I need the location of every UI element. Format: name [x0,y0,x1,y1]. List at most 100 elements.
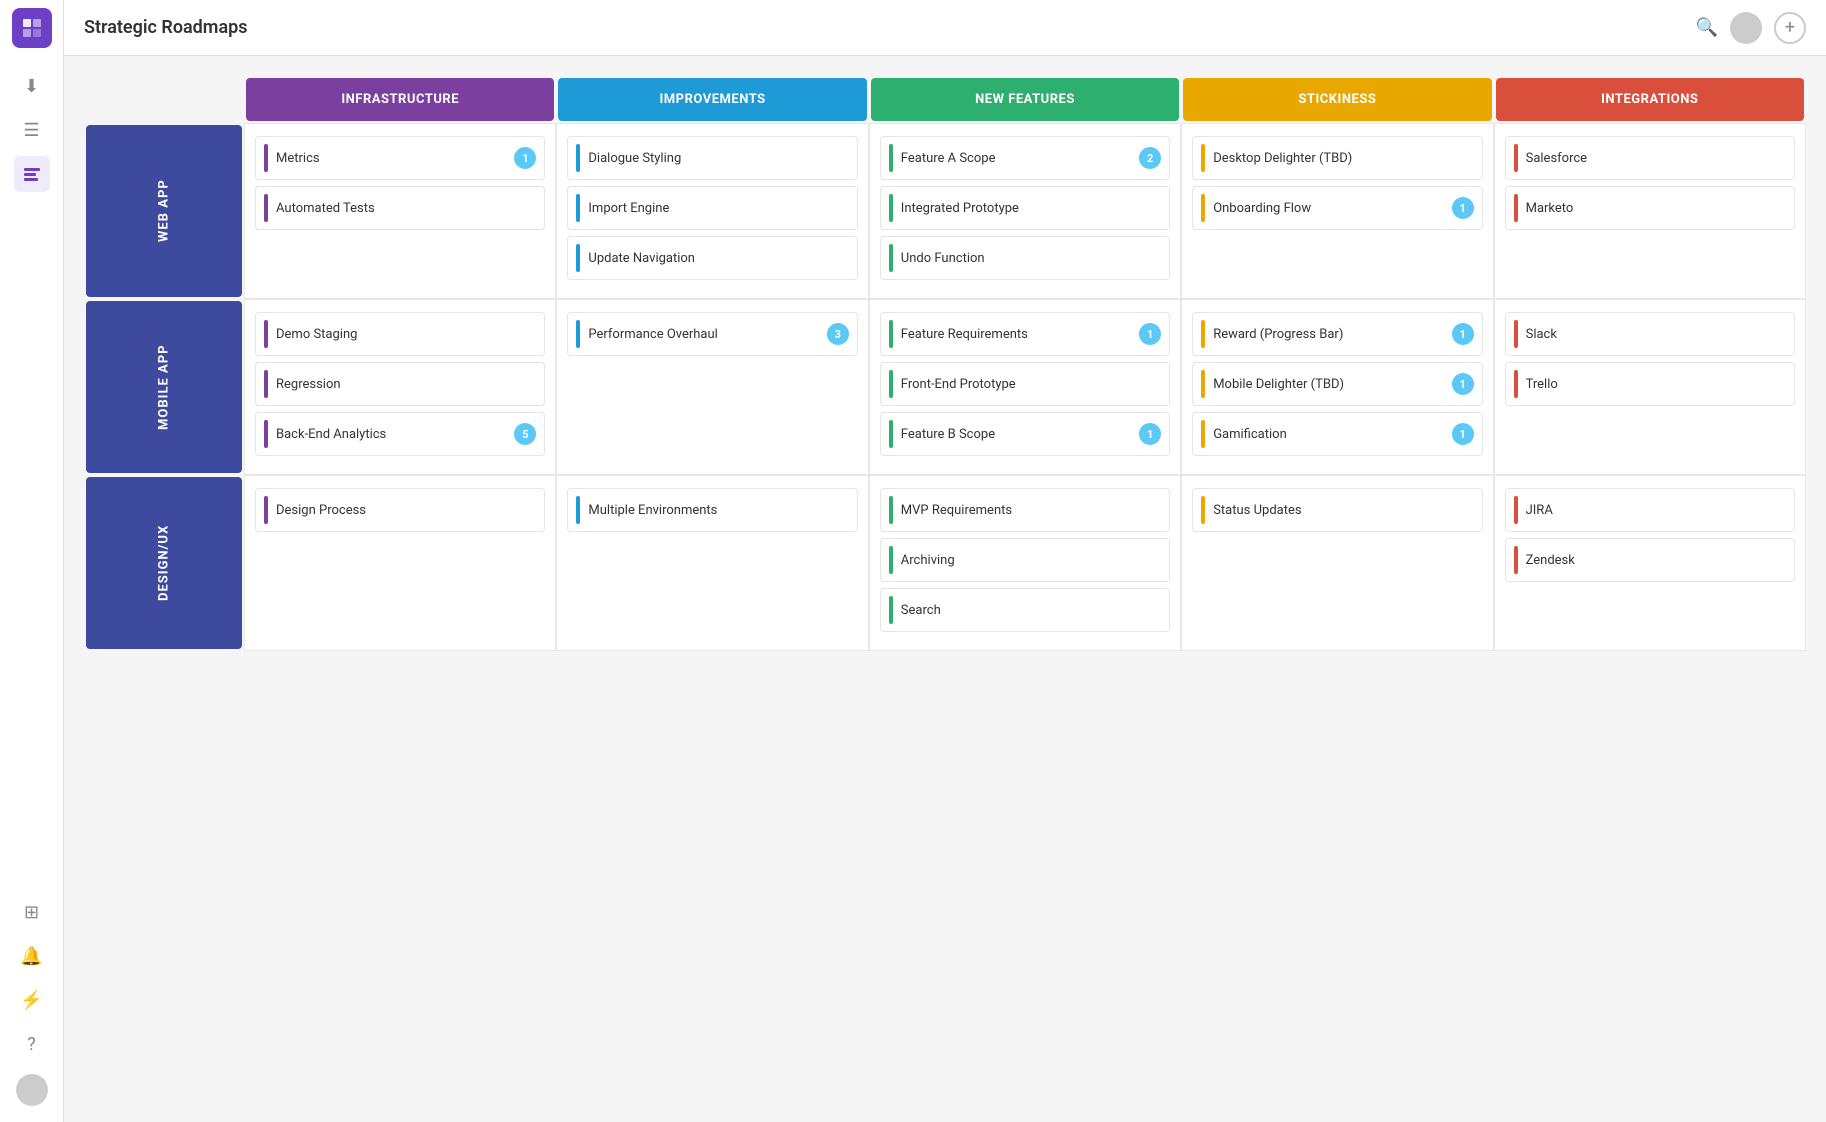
card-badge: 1 [514,147,536,169]
card[interactable]: Onboarding Flow 1 [1192,186,1482,230]
card-color-bar [264,370,268,398]
card-color-bar [889,420,893,448]
card-label: Back-End Analytics [276,427,386,442]
list-icon[interactable]: ☰ [14,112,50,148]
card-left: Automated Tests [264,194,375,222]
card-color-bar [1514,546,1518,574]
card-color-bar [1514,496,1518,524]
cell-r1-c3: Reward (Progress Bar)1Mobile Delighter (… [1181,299,1493,475]
card-label: Automated Tests [276,201,375,216]
row-header-2[interactable]: DESIGN/UX [86,477,242,649]
card[interactable]: Demo Staging [255,312,545,356]
card[interactable]: Desktop Delighter (TBD) [1192,136,1482,180]
card-label: Archiving [901,553,955,568]
row-header-0[interactable]: WEB APP [86,125,242,297]
card-left: Regression [264,370,341,398]
image-icon[interactable]: ⊞ [14,894,50,930]
user-avatar-header[interactable] [1730,12,1762,44]
card[interactable]: Performance Overhaul3 [567,312,857,356]
sidebar: ⬇ ☰ ⊞ 🔔 ⚡ ? [0,0,64,1122]
card-label: Regression [276,377,341,392]
card[interactable]: Archiving [880,538,1170,582]
cell-r0-c3: Desktop Delighter (TBD) Onboarding Flow 1 [1181,123,1493,299]
card-label: Dialogue Styling [588,151,681,166]
main-content: Strategic Roadmaps 🔍 + INFRASTRUCTUREIMP… [64,0,1826,1122]
roadmap-board: INFRASTRUCTUREIMPROVEMENTSNEW FEATURESST… [84,76,1806,651]
cell-r2-c2: MVP Requirements Archiving Search [869,475,1181,651]
cell-r2-c1: Multiple Environments [556,475,868,651]
card-badge: 1 [1452,423,1474,445]
bolt-icon[interactable]: ⚡ [14,982,50,1018]
card[interactable]: Feature B Scope1 [880,412,1170,456]
card-color-bar [1201,370,1205,398]
card[interactable]: Undo Function [880,236,1170,280]
user-avatar[interactable] [16,1074,48,1106]
card[interactable]: Marketo [1505,186,1795,230]
card-color-bar [889,496,893,524]
card[interactable]: Automated Tests [255,186,545,230]
card[interactable]: Search [880,588,1170,632]
card[interactable]: Import Engine [567,186,857,230]
card-left: Feature A Scope [889,144,996,172]
card[interactable]: Dialogue Styling [567,136,857,180]
card[interactable]: Update Navigation [567,236,857,280]
card-badge: 1 [1452,197,1474,219]
bell-icon[interactable]: 🔔 [14,938,50,974]
card-badge: 3 [827,323,849,345]
card[interactable]: Regression [255,362,545,406]
card[interactable]: Multiple Environments [567,488,857,532]
row-header-1[interactable]: MOBILE APP [86,301,242,473]
card-left: Desktop Delighter (TBD) [1201,144,1352,172]
card-label: Trello [1526,377,1558,392]
card-left: Multiple Environments [576,496,717,524]
card-left: Update Navigation [576,244,695,272]
card-label: Feature A Scope [901,151,996,166]
col-header-4[interactable]: INTEGRATIONS [1496,78,1804,121]
card[interactable]: Front-End Prototype [880,362,1170,406]
card[interactable]: Mobile Delighter (TBD)1 [1192,362,1482,406]
card[interactable]: JIRA [1505,488,1795,532]
card-label: Onboarding Flow [1213,201,1311,216]
card-label: Metrics [276,151,320,166]
card[interactable]: Metrics 1 [255,136,545,180]
card-left: Integrated Prototype [889,194,1019,222]
card[interactable]: Salesforce [1505,136,1795,180]
app-logo[interactable] [12,8,52,48]
card-label: MVP Requirements [901,503,1012,518]
cell-r0-c1: Dialogue Styling Import Engine Update Navi… [556,123,868,299]
page-title: Strategic Roadmaps [84,17,1696,38]
card-label: Reward (Progress Bar) [1213,327,1343,342]
card[interactable]: Status Updates [1192,488,1482,532]
card[interactable]: MVP Requirements [880,488,1170,532]
card[interactable]: Slack [1505,312,1795,356]
card[interactable]: Feature A Scope2 [880,136,1170,180]
card-left: Undo Function [889,244,985,272]
card-left: Design Process [264,496,366,524]
col-header-2[interactable]: NEW FEATURES [871,78,1179,121]
card-color-bar [264,420,268,448]
card-left: Salesforce [1514,144,1587,172]
header-spacer [84,76,244,123]
col-header-3[interactable]: STICKINESS [1183,78,1491,121]
card[interactable]: Reward (Progress Bar)1 [1192,312,1482,356]
card[interactable]: Gamification1 [1192,412,1482,456]
card-label: Slack [1526,327,1557,342]
card[interactable]: Feature Requirements1 [880,312,1170,356]
card-color-bar [576,320,580,348]
roadmap-icon[interactable] [14,156,50,192]
card[interactable]: Trello [1505,362,1795,406]
card-label: Status Updates [1213,503,1301,518]
add-button[interactable]: + [1774,12,1806,44]
cell-r1-c0: Demo Staging Regression Back-End Analytics… [244,299,556,475]
col-header-0[interactable]: INFRASTRUCTURE [246,78,554,121]
card[interactable]: Design Process [255,488,545,532]
download-icon[interactable]: ⬇ [14,68,50,104]
card-left: Onboarding Flow [1201,194,1311,222]
card-badge: 1 [1452,373,1474,395]
card[interactable]: Integrated Prototype [880,186,1170,230]
card[interactable]: Zendesk [1505,538,1795,582]
search-icon[interactable]: 🔍 [1696,17,1718,38]
help-icon[interactable]: ? [14,1026,50,1062]
card[interactable]: Back-End Analytics5 [255,412,545,456]
col-header-1[interactable]: IMPROVEMENTS [558,78,866,121]
